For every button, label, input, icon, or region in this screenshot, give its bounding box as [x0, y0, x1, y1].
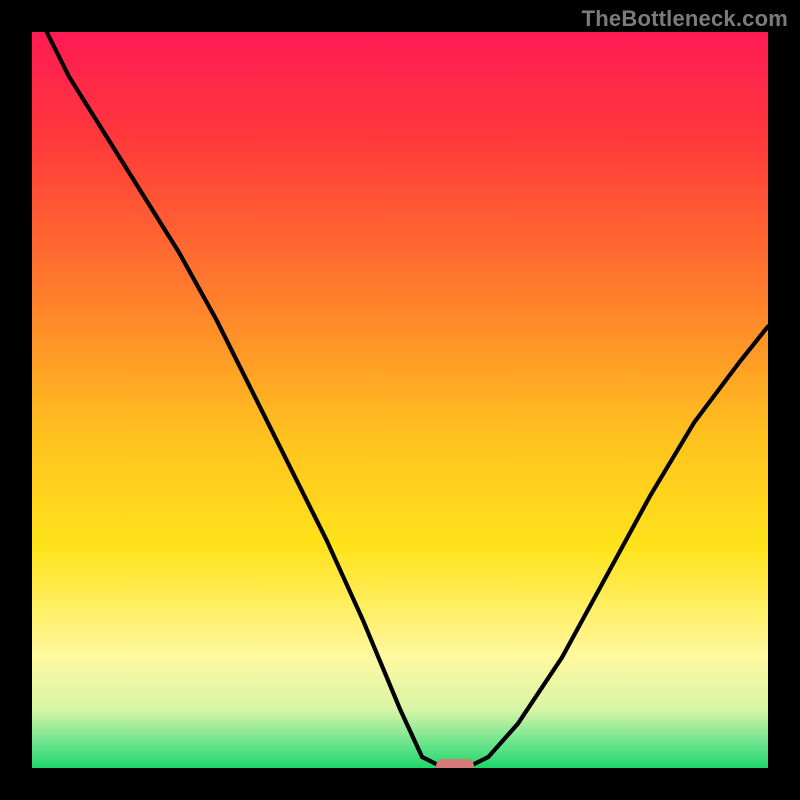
plot-area	[32, 32, 768, 768]
minimum-marker	[436, 759, 474, 768]
watermark-text: TheBottleneck.com	[582, 6, 788, 32]
bottleneck-curve	[32, 32, 768, 768]
chart-container: TheBottleneck.com	[0, 0, 800, 800]
curve-path	[32, 32, 768, 768]
